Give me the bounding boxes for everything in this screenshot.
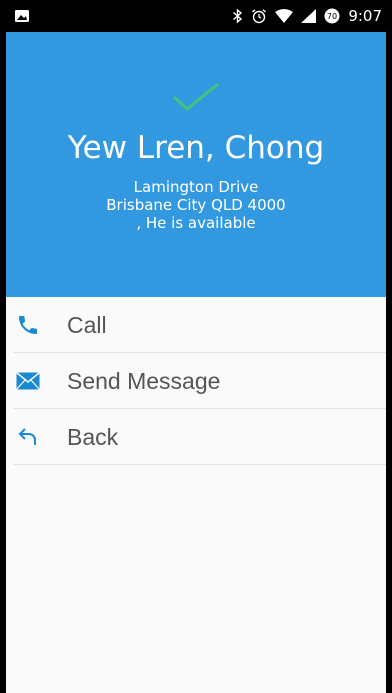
status-bar: 70 9:07 <box>6 0 386 32</box>
svg-text:70: 70 <box>327 12 337 21</box>
checkmark-icon <box>172 82 220 116</box>
back-button[interactable]: Back <box>6 409 386 465</box>
phone-icon <box>14 311 42 339</box>
address-line-2: Brisbane City QLD 4000 <box>106 196 286 214</box>
status-time: 9:07 <box>348 7 382 25</box>
action-list: Call Send Message Back <box>6 297 386 465</box>
bluetooth-icon <box>232 8 243 24</box>
send-message-button[interactable]: Send Message <box>6 353 386 409</box>
call-button[interactable]: Call <box>6 297 386 353</box>
signal-icon <box>301 9 317 23</box>
back-label: Back <box>67 423 119 450</box>
availability-status: , He is available <box>136 214 256 232</box>
alarm-icon <box>251 8 267 24</box>
battery-icon: 70 <box>324 8 340 24</box>
call-label: Call <box>67 311 107 338</box>
send-message-label: Send Message <box>67 367 221 394</box>
divider <box>14 464 386 465</box>
contact-header: Yew Lren, Chong Lamington Drive Brisbane… <box>6 32 386 297</box>
phone-screen: 70 9:07 Yew Lren, Chong Lamington Drive … <box>6 0 386 693</box>
image-icon <box>14 8 30 24</box>
back-arrow-icon <box>14 423 42 451</box>
contact-address: Lamington Drive Brisbane City QLD 4000 ,… <box>6 178 386 232</box>
contact-name: Yew Lren, Chong <box>67 130 325 166</box>
address-line-1: Lamington Drive <box>133 178 259 196</box>
mail-icon <box>14 367 42 395</box>
wifi-icon <box>275 9 294 23</box>
